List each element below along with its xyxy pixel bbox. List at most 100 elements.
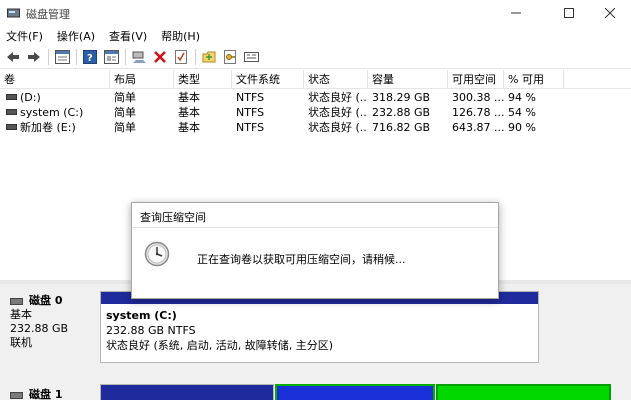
type-cell: 基本: [178, 106, 200, 119]
disk-0-name: 磁盘 0: [29, 294, 63, 307]
query-shrink-dialog: 查询压缩空间 正在查询卷以获取可用压缩空间，请稍候...: [131, 202, 499, 299]
maximize-icon: [564, 8, 574, 18]
volume-name: system (C:): [20, 106, 84, 119]
menu-view[interactable]: 查看(V): [109, 28, 147, 44]
toolbar: ?: [0, 45, 631, 69]
percent-free-cell: 94 %: [508, 91, 536, 104]
partition-system-c[interactable]: system (C:) 232.88 GB NTFS 状态良好 (系统, 启动,…: [100, 291, 539, 363]
settings-button[interactable]: [242, 48, 260, 66]
delete-icon: [154, 50, 166, 63]
toolbar-separator: [76, 48, 77, 65]
free-space-cell: 643.87 ...: [452, 121, 504, 134]
forward-button[interactable]: [25, 48, 43, 66]
table-row[interactable]: (D:) 简单 基本 NTFS 状态良好 (... 318.29 GB 300.…: [0, 90, 631, 105]
filesystem-cell: NTFS: [236, 121, 265, 134]
volume-name-cell: (D:): [2, 90, 110, 105]
column-header-percent-free[interactable]: % 可用: [504, 70, 564, 89]
key-icon: [224, 49, 236, 64]
partition-bar: [101, 385, 273, 400]
status-cell: 状态良好 (...: [308, 91, 368, 104]
properties-button[interactable]: [53, 48, 71, 66]
type-cell: 基本: [178, 121, 200, 134]
partition-disk-1-a[interactable]: [100, 384, 274, 400]
check-button[interactable]: [172, 48, 190, 66]
partition-status: 状态良好 (系统, 启动, 活动, 故障转储, 主分区): [106, 339, 334, 352]
connect-icon: [132, 51, 146, 63]
column-header-filesystem[interactable]: 文件系统: [232, 70, 304, 89]
disk-graph-view: 磁盘 0 基本 232.88 GB 联机 system (C:) 232.88 …: [0, 284, 631, 400]
partition-details: system (C:) 232.88 GB NTFS 状态良好 (系统, 启动,…: [106, 308, 333, 353]
partition-disk-1-c[interactable]: [436, 384, 611, 400]
partition-disk-1-b[interactable]: [275, 384, 435, 400]
dialog-title: 查询压缩空间: [140, 211, 206, 224]
disk-0-status: 联机: [10, 336, 32, 349]
percent-free-cell: 90 %: [508, 121, 536, 134]
column-header-capacity[interactable]: 容量: [368, 70, 448, 89]
close-button[interactable]: [587, 0, 631, 26]
partition-size: 232.88 GB NTFS: [106, 324, 196, 337]
open-folder-button[interactable]: [200, 48, 218, 66]
type-cell: 基本: [178, 91, 200, 104]
delete-button[interactable]: [151, 48, 169, 66]
volume-icon: [6, 124, 17, 130]
volume-name: 新加卷 (E:): [20, 121, 76, 134]
disk-0-type: 基本: [10, 308, 32, 321]
window-title: 磁盘管理: [26, 8, 70, 21]
free-space-cell: 300.38 ...: [452, 91, 504, 104]
filesystem-cell: NTFS: [236, 106, 265, 119]
folder-icon: [202, 51, 216, 62]
key-button[interactable]: [221, 48, 239, 66]
check-icon: [175, 49, 187, 64]
status-cell: 状态良好 (...: [308, 121, 368, 134]
volume-name-cell: 新加卷 (E:): [2, 120, 110, 135]
close-icon: [605, 8, 615, 18]
volume-icon: [6, 109, 17, 115]
disk-0-name-row: 磁盘 0: [10, 294, 99, 308]
partition-bar: [277, 386, 433, 400]
clock-icon: [144, 241, 170, 267]
disk-management-icon: [7, 8, 20, 18]
disk-icon: [10, 297, 23, 305]
help-button[interactable]: ?: [81, 48, 99, 66]
menu-action[interactable]: 操作(A): [57, 28, 95, 44]
volume-name-cell: system (C:): [2, 105, 110, 120]
column-header-layout[interactable]: 布局: [110, 70, 174, 89]
maximize-button[interactable]: [546, 0, 592, 26]
dialog-body: 正在查询卷以获取可用压缩空间，请稍候...: [132, 229, 498, 298]
volume-icon: [6, 94, 17, 100]
capacity-cell: 318.29 GB: [372, 91, 431, 104]
title-bar: 磁盘管理: [0, 0, 631, 26]
back-arrow-icon: [7, 51, 19, 62]
disk-0-size: 232.88 GB: [10, 322, 69, 335]
layout-cell: 简单: [114, 121, 136, 134]
disk-0-label[interactable]: 磁盘 0 基本 232.88 GB 联机: [4, 294, 99, 374]
volume-list-header: 卷 布局 类型 文件系统 状态 容量 可用空间 % 可用: [0, 70, 631, 89]
minimize-button[interactable]: [493, 0, 539, 26]
table-row[interactable]: system (C:) 简单 基本 NTFS 状态良好 (... 232.88 …: [0, 105, 631, 120]
column-header-type[interactable]: 类型: [174, 70, 232, 89]
svg-text:?: ?: [87, 53, 93, 64]
column-header-status[interactable]: 状态: [304, 70, 368, 89]
back-button[interactable]: [4, 48, 22, 66]
menu-file[interactable]: 文件(F): [6, 28, 43, 44]
disk-icon: [10, 391, 23, 399]
disk-1-label[interactable]: 磁盘 1: [4, 388, 99, 400]
properties-icon: [54, 49, 70, 64]
menu-help[interactable]: 帮助(H): [161, 28, 200, 44]
status-cell: 状态良好 (...: [308, 106, 368, 119]
table-row[interactable]: 新加卷 (E:) 简单 基本 NTFS 状态良好 (... 716.82 GB …: [0, 120, 631, 135]
minimize-icon: [511, 12, 521, 14]
settings-icon: [243, 51, 259, 62]
toolbar-separator: [48, 48, 49, 65]
dialog-message: 正在查询卷以获取可用压缩空间，请稍候...: [197, 253, 406, 266]
column-header-free-space[interactable]: 可用空间: [448, 70, 504, 89]
percent-free-cell: 54 %: [508, 106, 536, 119]
console-icon: [103, 49, 119, 64]
disk-1-name-row: 磁盘 1: [10, 388, 99, 400]
disk-1-name: 磁盘 1: [29, 388, 63, 400]
connect-button[interactable]: [130, 48, 148, 66]
console-button[interactable]: [102, 48, 120, 66]
dialog-divider: [132, 227, 498, 228]
column-header-volume[interactable]: 卷: [0, 70, 110, 89]
layout-cell: 简单: [114, 91, 136, 104]
